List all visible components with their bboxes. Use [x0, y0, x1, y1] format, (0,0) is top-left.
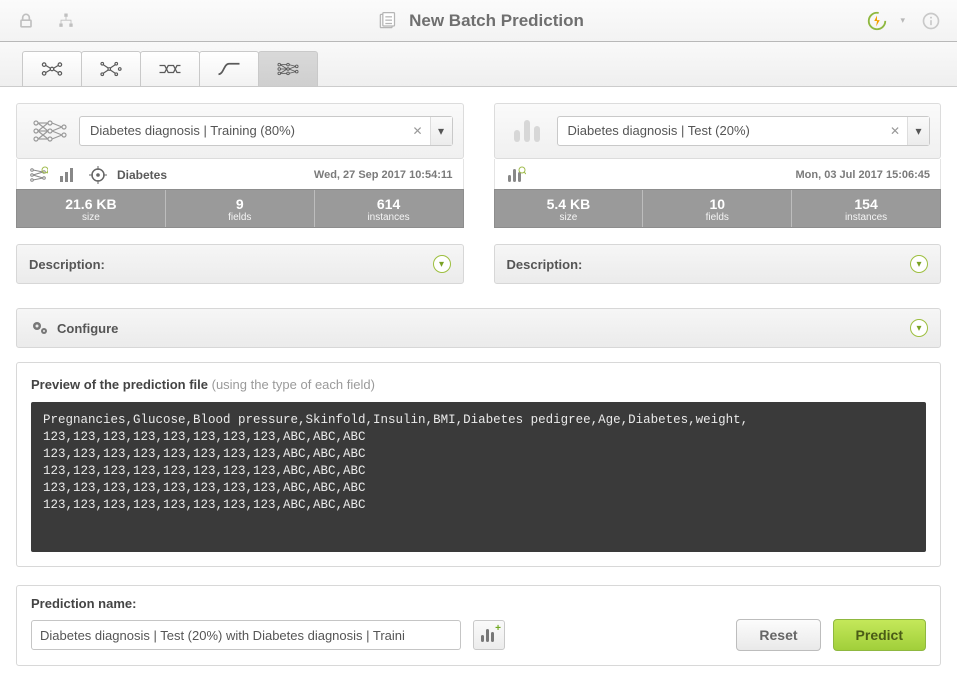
clear-model-icon[interactable]: ✕ — [406, 117, 430, 145]
gears-icon — [29, 319, 51, 337]
configure-row[interactable]: Configure ▾ — [16, 308, 941, 348]
network-icon[interactable] — [52, 9, 80, 33]
dataset-small-icon — [505, 165, 527, 185]
tab-logistic[interactable] — [140, 51, 200, 87]
plus-icon: + — [495, 623, 501, 634]
expand-model-description[interactable]: ▾ — [433, 255, 451, 273]
model-panel: Diabetes diagnosis | Training (80%) ✕ ▾ … — [16, 103, 464, 284]
tab-deepnet[interactable] — [258, 51, 318, 87]
description-label: Description: — [29, 257, 105, 272]
tab-ensemble[interactable] — [22, 51, 82, 87]
description-label: Description: — [507, 257, 583, 272]
predict-button[interactable]: Predict — [833, 619, 926, 651]
model-timestamp: Wed, 27 Sep 2017 10:54:11 — [314, 169, 453, 181]
preview-box: Preview of the prediction file (using th… — [16, 362, 941, 567]
model-dropdown-caret[interactable]: ▾ — [430, 117, 452, 145]
tab-model[interactable] — [81, 51, 141, 87]
batch-prediction-icon — [373, 9, 401, 33]
dataset-icon — [505, 114, 551, 148]
histogram-icon — [57, 165, 79, 185]
lock-icon[interactable] — [12, 9, 40, 33]
top-bar: New Batch Prediction ▾ — [0, 0, 957, 42]
dataset-description-row[interactable]: Description: ▾ — [494, 244, 942, 284]
prediction-name-label: Prediction name: — [31, 596, 926, 611]
refresh-icon[interactable] — [866, 10, 888, 32]
model-description-row[interactable]: Description: ▾ — [16, 244, 464, 284]
dataset-stats: 5.4 KBsize 10fields 154instances — [494, 189, 942, 228]
reset-button[interactable]: Reset — [736, 619, 820, 651]
prediction-footer: Prediction name: + Reset Predict — [16, 585, 941, 666]
preview-subtitle: (using the type of each field) — [212, 377, 375, 392]
target-icon — [87, 165, 109, 185]
tab-timeseries[interactable] — [199, 51, 259, 87]
model-selector[interactable]: Diabetes diagnosis | Training (80%) ✕ ▾ — [79, 116, 453, 146]
dataset-selector[interactable]: Diabetes diagnosis | Test (20%) ✕ ▾ — [557, 116, 931, 146]
info-icon[interactable] — [917, 9, 945, 33]
resource-type-tabs — [0, 42, 957, 87]
model-selected-text: Diabetes diagnosis | Training (80%) — [80, 117, 406, 145]
prediction-name-input[interactable] — [31, 620, 461, 650]
create-dataset-button[interactable]: + — [473, 620, 505, 650]
dataset-timestamp: Mon, 03 Jul 2017 15:06:45 — [795, 169, 930, 181]
preview-content: Pregnancies,Glucose,Blood pressure,Skinf… — [31, 402, 926, 552]
model-stats: 21.6 KBsize 9fields 614instances — [16, 189, 464, 228]
expand-configure[interactable]: ▾ — [910, 319, 928, 337]
clear-dataset-icon[interactable]: ✕ — [883, 117, 907, 145]
preview-title: Preview of the prediction file — [31, 377, 208, 392]
deepnet-small-icon — [27, 165, 49, 185]
configure-label: Configure — [57, 321, 118, 336]
dataset-dropdown-caret[interactable]: ▾ — [907, 117, 929, 145]
dataset-selected-text: Diabetes diagnosis | Test (20%) — [558, 117, 884, 145]
page-title: New Batch Prediction — [409, 11, 584, 31]
expand-dataset-description[interactable]: ▾ — [910, 255, 928, 273]
deepnet-icon — [27, 114, 73, 148]
objective-field: Diabetes — [117, 168, 167, 182]
dataset-panel: Diabetes diagnosis | Test (20%) ✕ ▾ Mon,… — [494, 103, 942, 284]
